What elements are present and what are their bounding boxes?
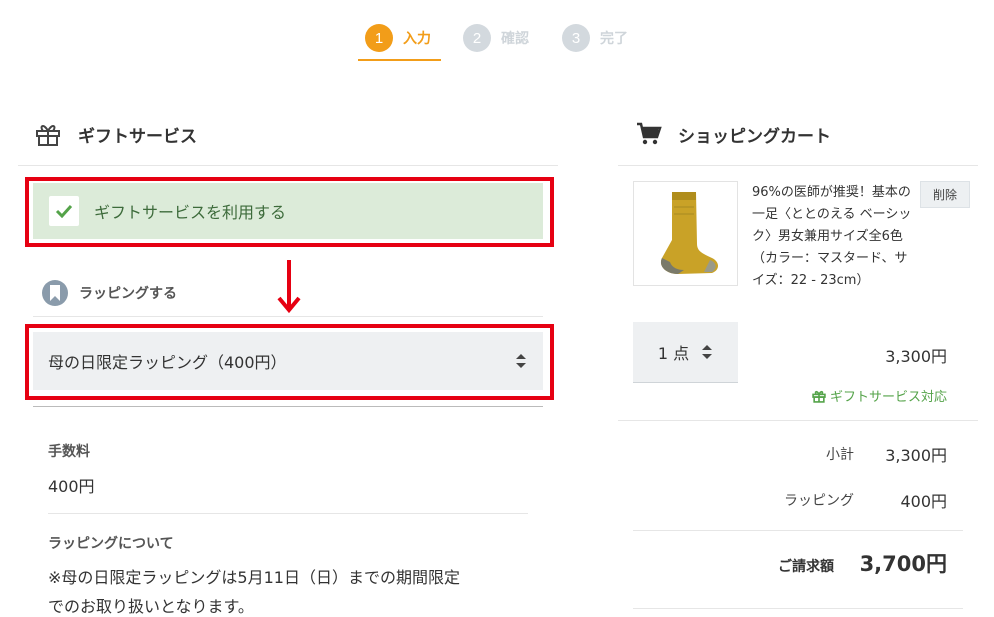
step-complete: 3 完了 <box>562 23 628 53</box>
subtotal-value: 3,300円 <box>885 446 947 465</box>
step-input: 1 入力 <box>365 23 431 53</box>
total-label: ご請求額 <box>778 559 834 575</box>
delete-button[interactable]: 削除 <box>920 181 970 208</box>
gift-section-header: ギフトサービス <box>35 121 197 147</box>
ribbon-icon <box>42 280 68 306</box>
gift-icon <box>35 121 61 147</box>
step-label: 確認 <box>501 31 529 47</box>
select-arrows-icon <box>701 343 713 361</box>
divider <box>618 165 978 166</box>
divider <box>18 165 558 166</box>
active-step-underline <box>358 59 441 61</box>
step-label: 入力 <box>403 31 431 47</box>
wrapping-about-text: でのお取り扱いとなります。 <box>48 597 254 616</box>
gift-section-title: ギフトサービス <box>78 126 197 147</box>
divider <box>48 513 528 514</box>
wrapping-fee-label: ラッピング <box>784 493 854 509</box>
cart-title: ショッピングカート <box>678 126 831 147</box>
cart-icon <box>636 121 662 147</box>
step-number: 3 <box>562 24 590 52</box>
divider <box>633 530 963 531</box>
gift-icon <box>812 389 826 403</box>
wrapping-about-label: ラッピングについて <box>48 536 174 552</box>
divider <box>33 406 543 407</box>
item-price: 3,300円 <box>885 347 947 366</box>
step-label: 完了 <box>600 31 628 47</box>
cart-header: ショッピングカート <box>636 121 831 147</box>
wrapping-label: ラッピングする <box>79 286 177 302</box>
product-name[interactable]: 96%の医師が推奨！基本の一足〈ととのえる ベーシック〉男女兼用サイズ全6色（カ… <box>752 182 917 292</box>
total-value: 3,700円 <box>859 552 947 576</box>
wrapping-about-text: ※母の日限定ラッピングは5月11日（日）までの期間限定 <box>48 568 460 587</box>
highlight-frame <box>25 324 554 400</box>
arrow-down-icon <box>277 260 301 314</box>
step-number: 1 <box>365 24 393 52</box>
highlight-frame <box>25 177 554 247</box>
step-number: 2 <box>463 24 491 52</box>
fee-value: 400円 <box>48 477 95 496</box>
divider <box>633 608 963 609</box>
step-confirm: 2 確認 <box>463 23 529 53</box>
gift-available-note: ギフトサービス対応 <box>812 386 947 405</box>
quantity-select[interactable]: 1 点 <box>633 322 738 382</box>
divider <box>633 382 738 383</box>
wrapping-fee-value: 400円 <box>900 492 947 511</box>
gift-available-label: ギフトサービス対応 <box>830 390 948 405</box>
product-image[interactable] <box>633 181 738 286</box>
quantity-value: 1 点 <box>657 344 690 363</box>
divider <box>33 316 543 317</box>
divider <box>618 420 978 421</box>
fee-label: 手数料 <box>48 444 90 460</box>
subtotal-label: 小計 <box>826 447 854 463</box>
wrapping-row: ラッピングする <box>42 280 177 306</box>
